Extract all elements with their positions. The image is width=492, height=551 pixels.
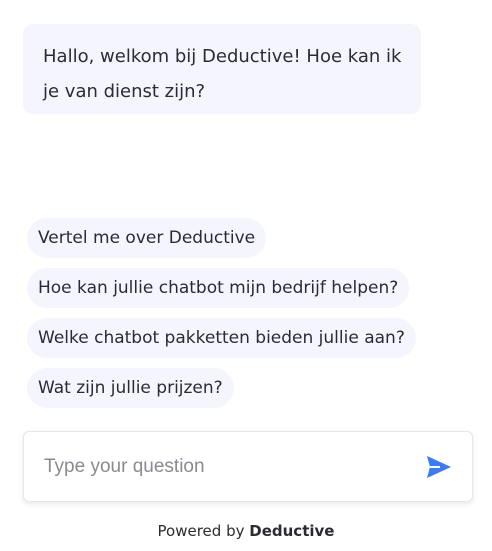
suggestion-list: Vertel me over Deductive Hoe kan jullie …: [27, 218, 467, 418]
powered-by-label: Powered by: [157, 522, 245, 540]
send-button[interactable]: [426, 455, 452, 479]
question-composer: [23, 431, 473, 502]
suggestion-chip-business-help[interactable]: Hoe kan jullie chatbot mijn bedrijf help…: [27, 268, 410, 308]
bot-welcome-message: Hallo, welkom bij Deductive! Hoe kan ik …: [23, 24, 421, 114]
powered-by-footer: Powered by Deductive: [0, 521, 492, 541]
brand-name[interactable]: Deductive: [249, 522, 334, 540]
suggestion-chip-pricing[interactable]: Wat zijn jullie prijzen?: [27, 368, 234, 408]
question-input[interactable]: [44, 452, 414, 482]
suggestion-chip-about[interactable]: Vertel me over Deductive: [27, 218, 267, 258]
send-icon: [427, 456, 451, 478]
chat-widget: Hallo, welkom bij Deductive! Hoe kan ik …: [0, 0, 492, 551]
suggestion-chip-packages[interactable]: Welke chatbot pakketten bieden jullie aa…: [27, 318, 416, 358]
